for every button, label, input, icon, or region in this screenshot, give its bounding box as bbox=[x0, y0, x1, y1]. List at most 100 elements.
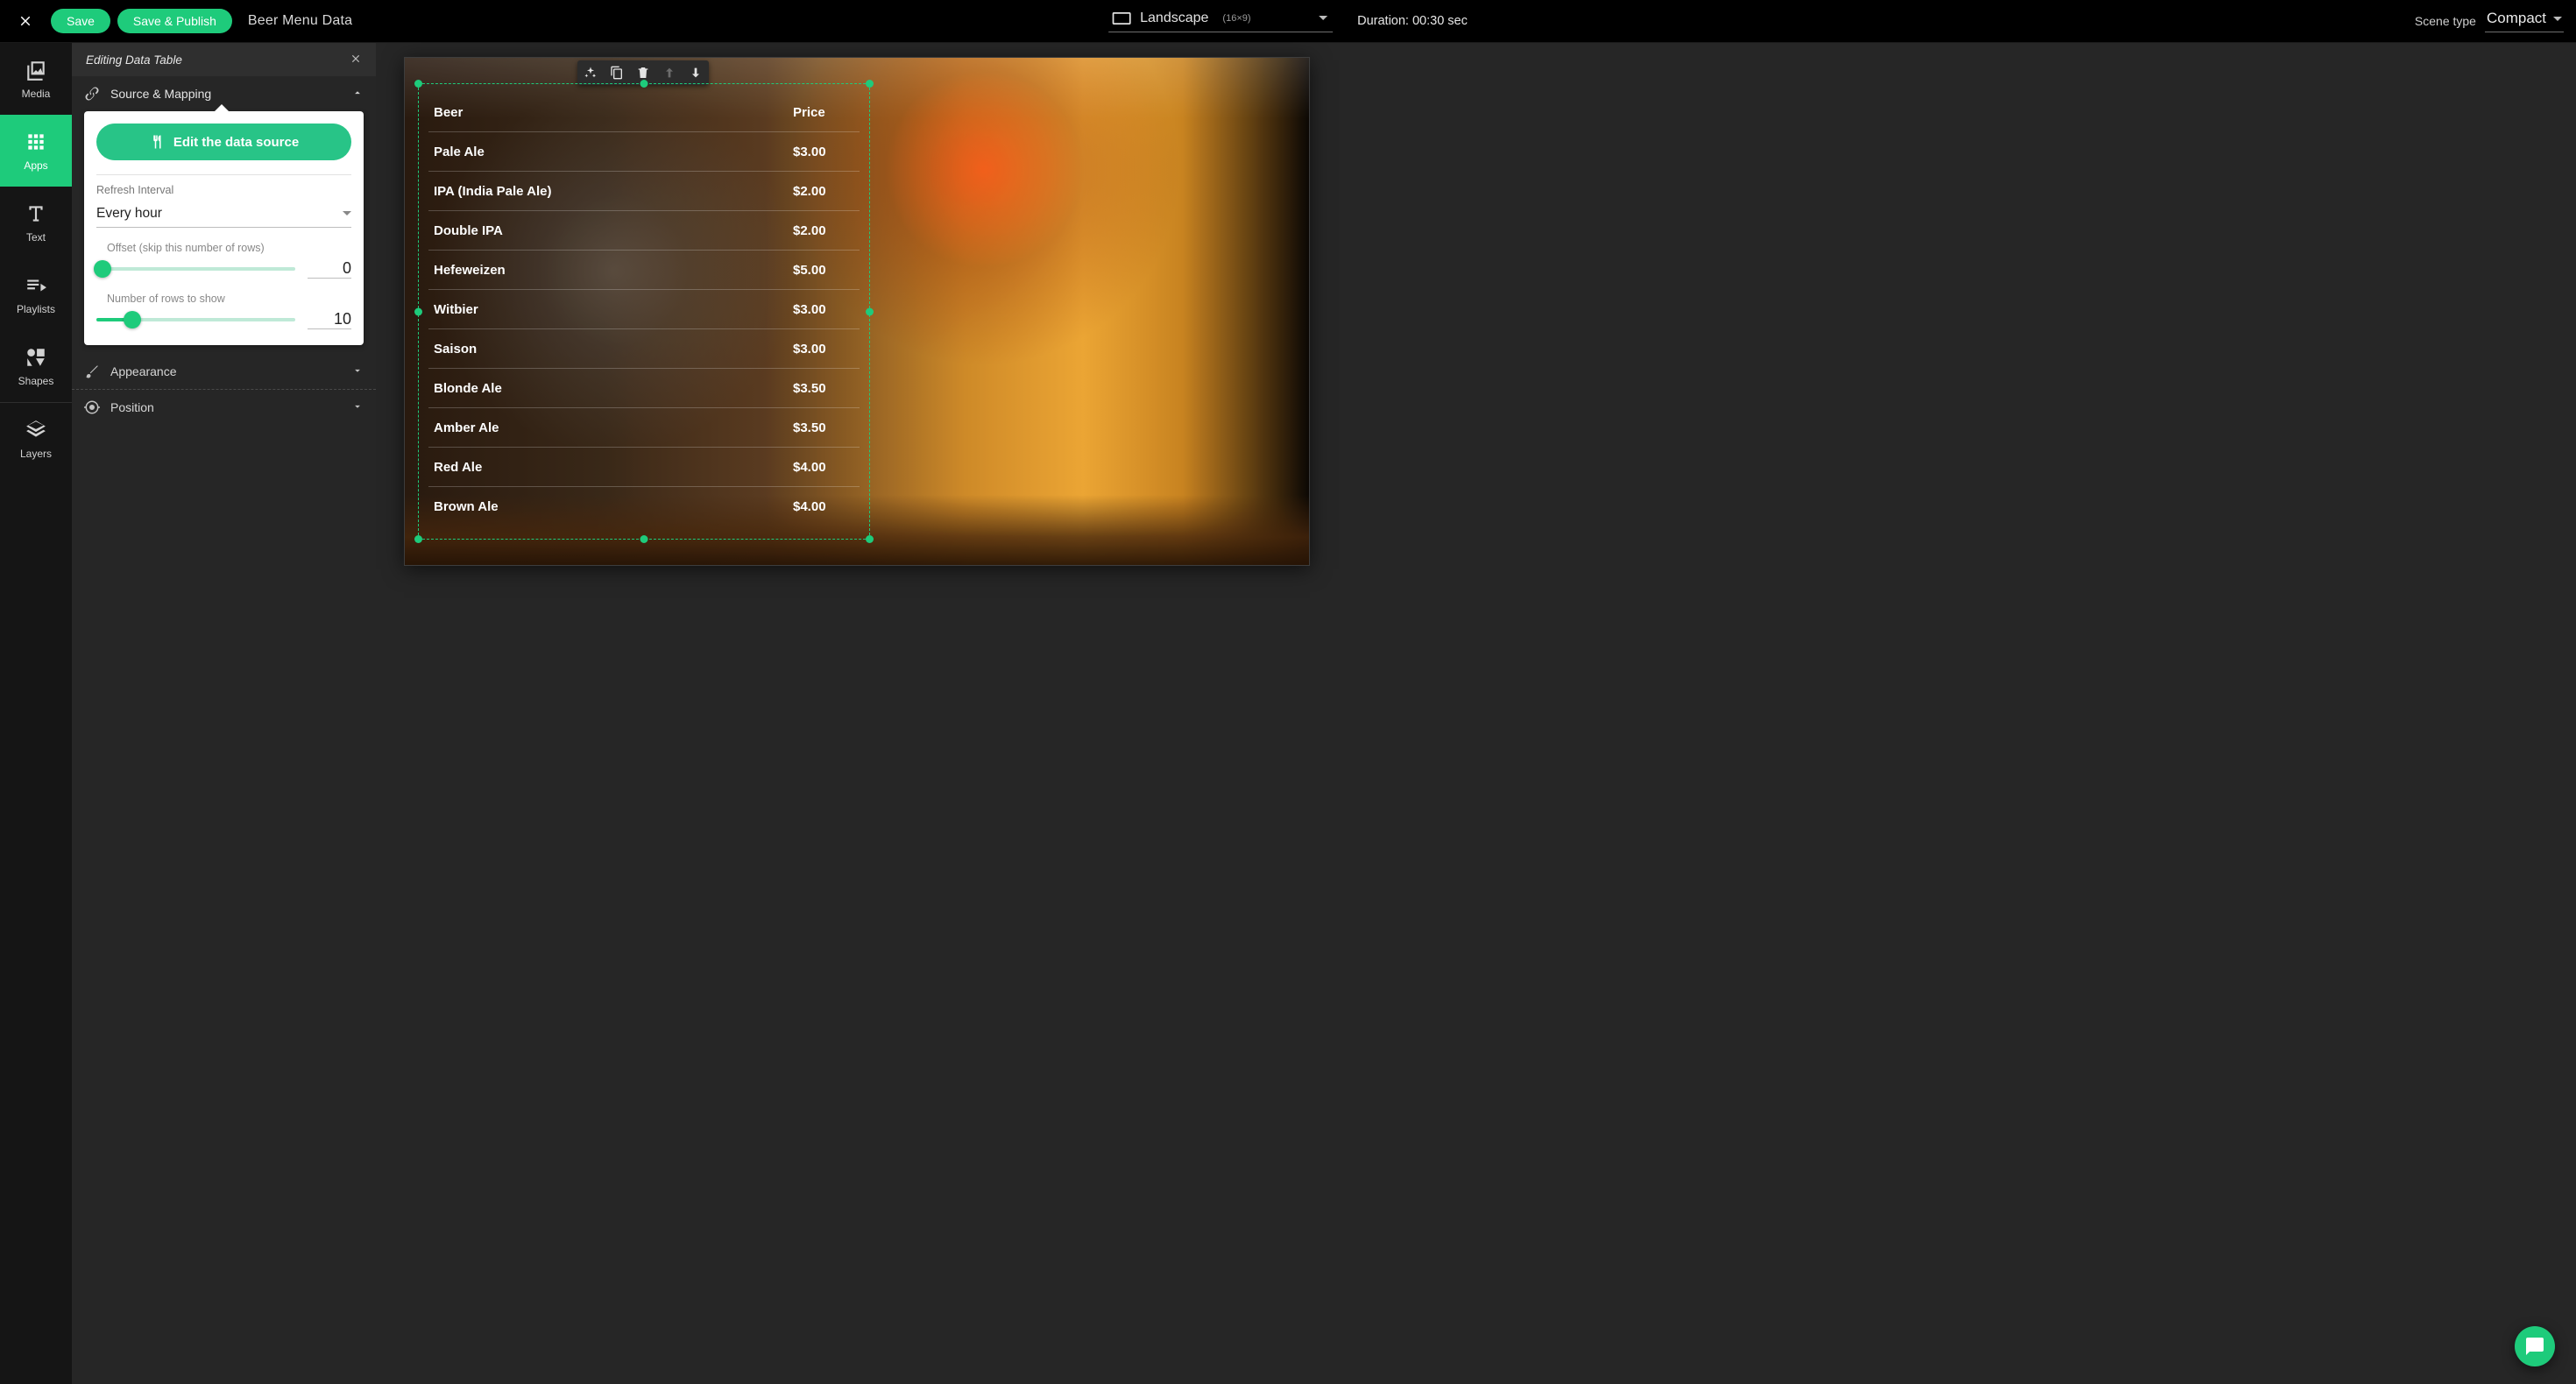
resize-handle[interactable] bbox=[640, 535, 648, 543]
table-row: Double IPA $2.00 bbox=[428, 211, 860, 251]
link-icon bbox=[84, 86, 100, 102]
cell-name: Brown Ale bbox=[434, 499, 499, 514]
section-position[interactable]: Position bbox=[72, 390, 376, 425]
refresh-interval-label: Refresh Interval bbox=[96, 184, 351, 196]
nav-shapes[interactable]: Shapes bbox=[0, 330, 72, 402]
data-table[interactable]: Beer Price Pale Ale$3.00 IPA (India Pale… bbox=[428, 93, 860, 526]
cell-price: $2.00 bbox=[793, 184, 854, 199]
cell-price: $3.50 bbox=[793, 420, 854, 435]
resize-handle[interactable] bbox=[866, 80, 874, 88]
refresh-interval-select[interactable]: Every hour bbox=[96, 200, 351, 228]
chevron-down-icon bbox=[343, 211, 351, 215]
nav-text[interactable]: Text bbox=[0, 187, 72, 258]
utensils-icon bbox=[149, 134, 165, 150]
table-row: Amber Ale $3.50 bbox=[428, 408, 860, 448]
table-row: Hefeweizen$5.00 bbox=[428, 251, 860, 290]
slider-thumb[interactable] bbox=[94, 260, 111, 278]
cell-name: Pale Ale bbox=[434, 145, 485, 159]
resize-handle[interactable] bbox=[866, 535, 874, 543]
rows-label: Number of rows to show bbox=[96, 293, 351, 305]
panel-title: Editing Data Table bbox=[86, 53, 182, 67]
topbar: Save Save & Publish Beer Menu Data Lands… bbox=[0, 0, 2576, 43]
move-up-button bbox=[662, 65, 677, 81]
cell-price: $3.00 bbox=[793, 302, 854, 317]
sparkle-button[interactable] bbox=[583, 65, 598, 81]
resize-handle[interactable] bbox=[414, 535, 422, 543]
source-card: Edit the data source Refresh Interval Ev… bbox=[84, 111, 364, 345]
cell-name: Blonde Ale bbox=[434, 381, 502, 396]
table-row: Witbier $3.00 bbox=[428, 290, 860, 329]
nav-playlists[interactable]: Playlists bbox=[0, 258, 72, 330]
offset-slider[interactable] bbox=[96, 260, 295, 278]
media-icon bbox=[25, 59, 47, 81]
arrow-down-icon bbox=[689, 66, 703, 80]
resize-handle[interactable] bbox=[640, 80, 648, 88]
table-row: Red Ale $4.00 bbox=[428, 448, 860, 487]
offset-label: Offset (skip this number of rows) bbox=[96, 242, 351, 254]
resize-handle[interactable] bbox=[414, 80, 422, 88]
resize-handle[interactable] bbox=[414, 307, 422, 315]
scene-canvas[interactable]: Beer Price Pale Ale$3.00 IPA (India Pale… bbox=[404, 57, 1310, 566]
save-publish-button[interactable]: Save & Publish bbox=[117, 9, 232, 33]
nav-playlists-label: Playlists bbox=[17, 303, 55, 315]
cell-name: Red Ale bbox=[434, 460, 482, 475]
cell-name: Saison bbox=[434, 342, 477, 357]
table-row: Blonde Ale$3.50 bbox=[428, 369, 860, 408]
section-appearance-label: Appearance bbox=[110, 364, 177, 378]
trash-icon bbox=[636, 66, 650, 80]
cell-name: Hefeweizen bbox=[434, 263, 506, 278]
left-nav: Media Apps Text Playlists Shapes Layers bbox=[0, 43, 72, 1384]
panel-close-button[interactable] bbox=[350, 53, 362, 67]
text-icon bbox=[25, 202, 47, 225]
edit-data-source-button[interactable]: Edit the data source bbox=[96, 124, 351, 160]
table-row: Pale Ale $3.00 bbox=[428, 132, 860, 172]
chevron-down-icon bbox=[2553, 17, 2562, 21]
refresh-interval-value: Every hour bbox=[96, 206, 162, 222]
resize-handle[interactable] bbox=[866, 307, 874, 315]
orientation-select[interactable]: Landscape (16×9) bbox=[1108, 11, 1333, 32]
section-appearance[interactable]: Appearance bbox=[72, 354, 376, 389]
offset-input[interactable] bbox=[308, 259, 351, 279]
nav-media[interactable]: Media bbox=[0, 43, 72, 115]
panel-header: Editing Data Table bbox=[72, 43, 376, 76]
cell-price: $4.00 bbox=[793, 460, 854, 475]
duplicate-button[interactable] bbox=[609, 65, 625, 81]
close-button[interactable] bbox=[12, 8, 39, 34]
table-row: Brown Ale $4.00 bbox=[428, 487, 860, 526]
rows-slider[interactable] bbox=[96, 311, 295, 328]
landscape-icon bbox=[1112, 12, 1131, 25]
header-beer: Beer bbox=[434, 105, 463, 120]
nav-shapes-label: Shapes bbox=[18, 375, 54, 387]
nav-media-label: Media bbox=[22, 88, 51, 100]
cell-name: IPA (India Pale Ale) bbox=[434, 184, 551, 199]
side-panel: Editing Data Table Source & Mapping Edit… bbox=[72, 43, 376, 1384]
cell-name: Double IPA bbox=[434, 223, 503, 238]
slider-thumb[interactable] bbox=[124, 311, 141, 328]
table-row: IPA (India Pale Ale) $2.00 bbox=[428, 172, 860, 211]
nav-apps[interactable]: Apps bbox=[0, 115, 72, 187]
table-row: Saison$3.00 bbox=[428, 329, 860, 369]
scene-type-value: Compact bbox=[2487, 10, 2546, 27]
chat-icon bbox=[2524, 1336, 2545, 1357]
rows-input[interactable] bbox=[308, 310, 351, 329]
nav-layers-label: Layers bbox=[20, 448, 52, 460]
close-icon bbox=[18, 13, 33, 29]
cell-price: $3.00 bbox=[793, 145, 854, 159]
nav-text-label: Text bbox=[26, 231, 46, 244]
arrow-up-icon bbox=[662, 66, 676, 80]
orientation-label: Landscape bbox=[1140, 11, 1208, 26]
layers-icon bbox=[25, 419, 47, 441]
close-icon bbox=[350, 53, 362, 65]
chat-fab[interactable] bbox=[2515, 1326, 2555, 1366]
move-down-button[interactable] bbox=[688, 65, 704, 81]
save-button[interactable]: Save bbox=[51, 9, 110, 33]
cell-price: $2.00 bbox=[793, 223, 854, 238]
nav-layers[interactable]: Layers bbox=[0, 403, 72, 475]
delete-button[interactable] bbox=[635, 65, 651, 81]
apps-icon bbox=[25, 131, 47, 153]
scene-type-label: Scene type bbox=[2415, 14, 2476, 28]
cell-price: $4.00 bbox=[793, 499, 854, 514]
cell-name: Witbier bbox=[434, 302, 478, 317]
scene-type-select[interactable]: Compact bbox=[2485, 10, 2564, 32]
cell-name: Amber Ale bbox=[434, 420, 499, 435]
